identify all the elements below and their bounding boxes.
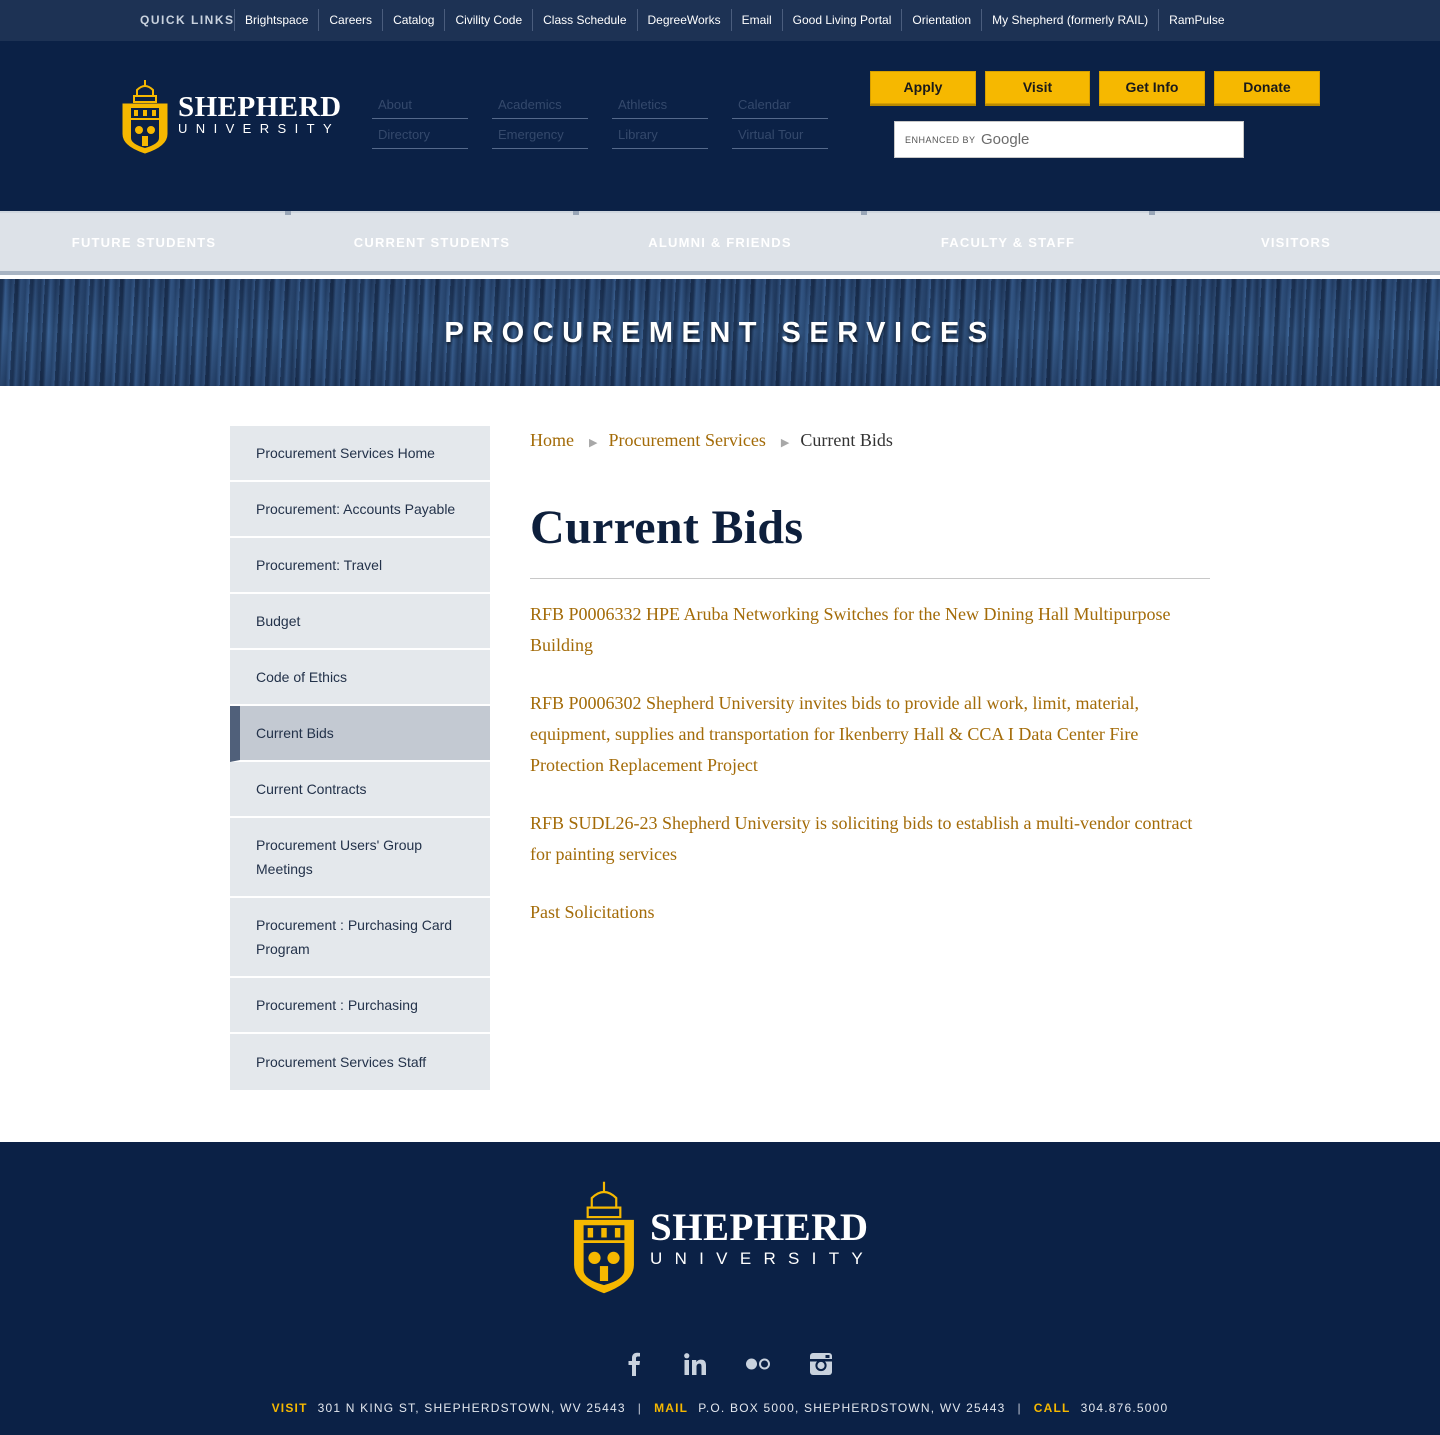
breadcrumb-separator-icon: ▶ — [589, 437, 598, 449]
flickr-icon[interactable] — [742, 1347, 774, 1381]
breadcrumb-current: Current Bids — [800, 430, 893, 450]
bid-link-sudl26-23[interactable]: RFB SUDL26-23 Shepherd University is sol… — [530, 808, 1210, 870]
facebook-icon[interactable] — [620, 1347, 648, 1381]
quick-link-orientation[interactable]: Orientation — [901, 9, 981, 31]
donate-button[interactable]: Donate — [1214, 71, 1320, 104]
search-enhanced-label: ENHANCED BY — [905, 135, 976, 145]
header-nav-athletics[interactable]: Athletics — [612, 91, 708, 119]
logo-wordmark: SHEPHERD UNIVERSITY — [178, 92, 342, 136]
sidebar-item-accounts-payable[interactable]: Procurement: Accounts Payable — [230, 482, 490, 538]
bid-link-p0006332[interactable]: RFB P0006332 HPE Aruba Networking Switch… — [530, 599, 1210, 661]
breadcrumb: Home ▶ Procurement Services ▶ Current Bi… — [530, 430, 893, 451]
site-header: SHEPHERD UNIVERSITY About Academics Athl… — [0, 41, 1440, 211]
header-nav-academics[interactable]: Academics — [492, 91, 588, 119]
sidebar-item-procurement-home[interactable]: Procurement Services Home — [230, 426, 490, 482]
site-logo[interactable]: SHEPHERD UNIVERSITY — [120, 78, 342, 154]
sidebar-item-travel[interactable]: Procurement: Travel — [230, 538, 490, 594]
sidebar-item-purchasing-card[interactable]: Procurement : Purchasing Card Program — [230, 898, 490, 978]
nav-faculty-staff[interactable]: FACULTY & STAFF — [864, 235, 1152, 250]
quick-link-email[interactable]: Email — [730, 9, 782, 31]
nav-current-students[interactable]: CURRENT STUDENTS — [288, 235, 576, 250]
footer-logo-wordmark: SHEPHERD UNIVERSITY — [650, 1208, 875, 1268]
audience-nav: FUTURE STUDENTS CURRENT STUDENTS ALUMNI … — [0, 211, 1440, 275]
breadcrumb-procurement-services[interactable]: Procurement Services — [608, 430, 765, 451]
logo-name-line2: UNIVERSITY — [178, 121, 341, 136]
section-sidebar: Procurement Services Home Procurement: A… — [230, 426, 490, 1090]
search-input[interactable]: ENHANCED BY Google — [894, 121, 1244, 158]
bids-list: RFB P0006332 HPE Aruba Networking Switch… — [530, 599, 1210, 955]
header-nav-virtual-tour[interactable]: Virtual Tour — [732, 121, 828, 149]
footer-separator: | — [1017, 1401, 1022, 1415]
past-solicitations-link[interactable]: Past Solicitations — [530, 897, 1210, 928]
nav-divider-notch — [861, 211, 867, 215]
quick-link-civility-code[interactable]: Civility Code — [444, 9, 532, 31]
header-nav-emergency[interactable]: Emergency — [492, 121, 588, 149]
sidebar-item-current-bids[interactable]: Current Bids — [230, 706, 490, 762]
sidebar-item-code-of-ethics[interactable]: Code of Ethics — [230, 650, 490, 706]
mail-address: P.O. BOX 5000, SHEPHERDSTOWN, WV 25443 — [698, 1401, 1006, 1415]
footer-contact: VISIT 301 N KING ST, SHEPHERDSTOWN, WV 25… — [0, 1401, 1440, 1415]
call-label: CALL — [1033, 1401, 1071, 1415]
quick-link-degreeworks[interactable]: DegreeWorks — [636, 9, 731, 31]
nav-visitors[interactable]: VISITORS — [1152, 235, 1440, 250]
quick-link-class-schedule[interactable]: Class Schedule — [532, 9, 636, 31]
footer-logo-name-line1: SHEPHERD — [650, 1206, 869, 1249]
visit-button[interactable]: Visit — [985, 71, 1090, 104]
page-banner: PROCUREMENT SERVICES — [0, 279, 1440, 386]
sidebar-item-services-staff[interactable]: Procurement Services Staff — [230, 1034, 490, 1090]
page-title: Current Bids — [530, 501, 804, 554]
header-nav-library[interactable]: Library — [612, 121, 708, 149]
sidebar-item-users-group-meetings[interactable]: Procurement Users' Group Meetings — [230, 818, 490, 898]
quick-link-rampulse[interactable]: RamPulse — [1158, 9, 1234, 31]
footer-logo-name-line2: UNIVERSITY — [650, 1249, 876, 1268]
mail-label: MAIL — [654, 1401, 689, 1415]
visit-address: 301 N KING ST, SHEPHERDSTOWN, WV 25443 — [317, 1401, 626, 1415]
search-provider-label: Google — [981, 131, 1030, 148]
instagram-icon[interactable] — [806, 1347, 836, 1381]
sidebar-item-budget[interactable]: Budget — [230, 594, 490, 650]
header-nav-calendar[interactable]: Calendar — [732, 91, 828, 119]
get-info-button[interactable]: Get Info — [1099, 71, 1205, 104]
title-divider — [530, 578, 1210, 579]
quick-links-list: Brightspace Careers Catalog Civility Cod… — [234, 9, 1235, 31]
quick-link-catalog[interactable]: Catalog — [382, 9, 444, 31]
footer-logo[interactable]: SHEPHERD UNIVERSITY — [570, 1180, 880, 1295]
clock-tower-crest-icon — [574, 1181, 634, 1294]
banner-title: PROCUREMENT SERVICES — [444, 317, 996, 349]
header-nav-about[interactable]: About — [372, 91, 468, 119]
clock-tower-crest-icon — [122, 80, 168, 154]
quick-link-brightspace[interactable]: Brightspace — [234, 9, 318, 31]
nav-alumni-friends[interactable]: ALUMNI & FRIENDS — [576, 235, 864, 250]
breadcrumb-home[interactable]: Home — [530, 430, 574, 451]
nav-divider-notch — [573, 211, 579, 215]
quick-link-good-living-portal[interactable]: Good Living Portal — [781, 9, 902, 31]
bid-link-p0006302[interactable]: RFB P0006302 Shepherd University invites… — [530, 688, 1210, 781]
linkedin-icon[interactable] — [680, 1347, 710, 1381]
nav-divider-notch — [1149, 211, 1155, 215]
quick-links-title: QUICK LINKS — [140, 13, 235, 27]
quick-link-careers[interactable]: Careers — [318, 9, 382, 31]
nav-divider-notch — [285, 211, 291, 215]
sidebar-item-purchasing[interactable]: Procurement : Purchasing — [230, 978, 490, 1034]
nav-future-students[interactable]: FUTURE STUDENTS — [0, 235, 288, 250]
apply-button[interactable]: Apply — [870, 71, 976, 104]
sidebar-item-current-contracts[interactable]: Current Contracts — [230, 762, 490, 818]
site-footer: SHEPHERD UNIVERSITY VISIT 301 N KING ST, … — [0, 1142, 1440, 1435]
breadcrumb-separator-icon: ▶ — [780, 437, 790, 449]
phone-link[interactable]: 304.876.5000 — [1081, 1401, 1169, 1415]
header-nav-directory[interactable]: Directory — [372, 121, 468, 149]
footer-separator: | — [637, 1401, 643, 1415]
visit-label: VISIT — [271, 1401, 308, 1415]
quick-links-bar: QUICK LINKS Brightspace Careers Catalog … — [0, 0, 1440, 41]
quick-link-my-shepherd[interactable]: My Shepherd (formerly RAIL) — [981, 9, 1158, 31]
logo-name-line1: SHEPHERD — [178, 91, 342, 123]
